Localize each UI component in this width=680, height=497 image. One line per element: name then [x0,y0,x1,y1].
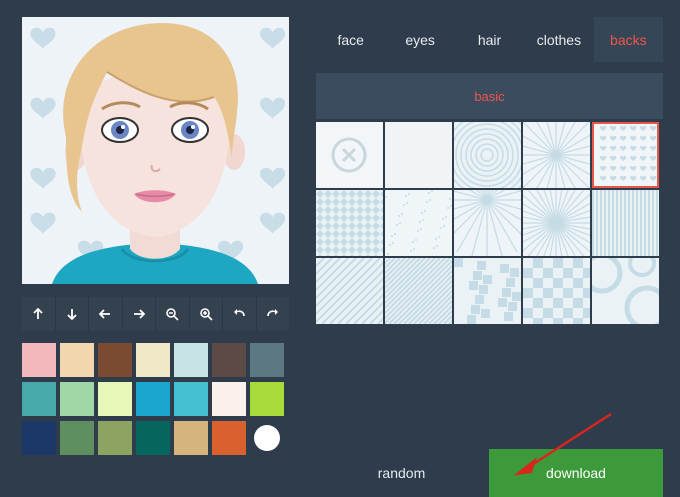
arrow-up-icon [33,307,43,319]
background-pattern-icon [523,258,590,324]
background-option-diamonds[interactable] [316,190,383,256]
color-swatch[interactable] [136,421,170,455]
background-pattern-icon [385,190,452,256]
color-swatch[interactable] [212,343,246,377]
color-swatch[interactable] [212,382,246,416]
background-option-hearts[interactable] [592,122,659,188]
color-swatch[interactable] [136,382,170,416]
color-swatch[interactable] [212,421,246,455]
zoom-out-icon [166,308,179,321]
background-option-none[interactable] [316,122,383,188]
background-option-stripes-diagonal-fine[interactable] [385,258,452,324]
transform-toolbar [22,297,289,331]
move-up-button[interactable] [22,297,55,331]
tab-hair[interactable]: hair [455,17,524,62]
color-swatch[interactable] [22,421,56,455]
download-button[interactable]: download [489,449,663,497]
background-pattern-icon [523,190,590,256]
color-swatch[interactable] [250,382,284,416]
tab-backs[interactable]: backs [593,17,664,62]
background-pattern-icon [454,190,521,256]
zoom-in-button[interactable] [189,297,222,331]
background-pattern-icon [454,258,521,324]
color-swatch[interactable] [60,421,94,455]
color-swatch[interactable] [22,343,56,377]
color-palette [22,343,289,455]
background-pattern-icon [592,258,659,324]
tab-eyes[interactable]: eyes [385,17,454,62]
zoom-out-button[interactable] [156,297,189,331]
background-pattern-icon [592,190,659,256]
undo-icon [234,309,246,317]
color-swatch[interactable] [174,343,208,377]
color-swatch[interactable] [136,343,170,377]
color-swatch[interactable] [254,425,280,451]
category-header[interactable]: basic [316,73,663,119]
redo-icon [266,309,278,317]
background-option-stripes-diagonal[interactable] [316,258,383,324]
undo-button[interactable] [223,297,256,331]
background-option-rays[interactable] [523,122,590,188]
arrow-down-icon [67,309,77,321]
color-swatch[interactable] [98,343,132,377]
background-pattern-icon [316,190,383,256]
background-pattern-icon [385,258,452,324]
background-option-stripes-vertical[interactable] [592,190,659,256]
color-swatch[interactable] [98,421,132,455]
move-down-button[interactable] [55,297,88,331]
avatar-image [22,17,289,284]
background-pattern-icon [523,122,590,188]
move-right-button[interactable] [122,297,155,331]
avatar-preview [22,17,289,284]
background-option-burst[interactable] [523,190,590,256]
category-tabs: face eyes hair clothes backs [316,17,664,62]
tab-clothes[interactable]: clothes [524,17,593,62]
tab-face[interactable]: face [316,17,385,62]
color-swatch[interactable] [250,343,284,377]
background-pattern-icon [454,122,521,188]
random-button[interactable]: random [316,449,487,497]
color-swatch[interactable] [60,343,94,377]
color-swatch[interactable] [98,382,132,416]
color-swatch[interactable] [174,421,208,455]
move-left-button[interactable] [89,297,122,331]
color-swatch[interactable] [174,382,208,416]
background-option-rays-soft[interactable] [454,190,521,256]
background-pattern-icon [592,122,659,188]
background-pattern-icon [316,258,383,324]
background-option-checker[interactable] [523,258,590,324]
background-option-plain[interactable] [385,122,452,188]
background-options-grid [316,122,663,324]
background-pattern-icon [385,122,452,188]
background-option-rings[interactable] [592,258,659,324]
background-option-circles[interactable] [454,122,521,188]
zoom-in-icon [199,308,213,321]
arrow-left-icon [98,309,111,319]
background-pattern-icon [316,122,383,188]
arrow-right-icon [133,309,146,319]
color-swatch[interactable] [60,382,94,416]
background-option-dots[interactable] [385,190,452,256]
background-option-pixels[interactable] [454,258,521,324]
color-swatch[interactable] [22,382,56,416]
redo-button[interactable] [256,297,289,331]
